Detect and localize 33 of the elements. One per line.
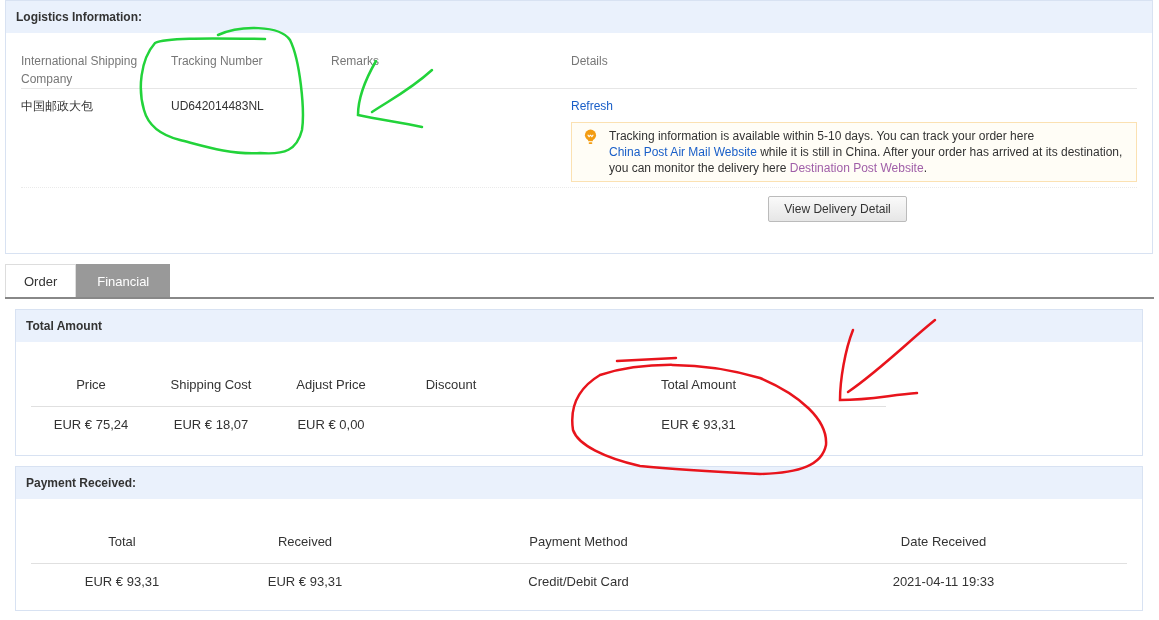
column-header: Adjust Price: [295, 376, 367, 394]
column-header: Shipping Cost: [169, 376, 253, 394]
column-header: Date Received: [899, 533, 988, 551]
column-header: Discount: [424, 376, 478, 394]
column-header: Details: [571, 53, 609, 70]
refresh-link[interactable]: Refresh: [571, 97, 614, 115]
lightbulb-icon: [584, 129, 597, 146]
column-header: International Shipping Company: [21, 53, 139, 88]
table-cell-text: UD642014483NL: [171, 98, 265, 115]
website-link[interactable]: China Post Air Mail Website: [609, 145, 757, 159]
table-cell-text: EUR € 0,00: [296, 416, 366, 434]
table-cell-text: EUR € 18,07: [172, 416, 250, 434]
column-header: Received: [276, 533, 334, 551]
table-cell-text: 2021-04-11 19:33: [891, 573, 996, 591]
table-cell-text: EUR € 93,31: [266, 573, 344, 591]
column-header: Remarks: [331, 53, 380, 70]
panel-header: Logistics Information:: [6, 1, 1152, 33]
table-cell-text: 中国邮政大包: [21, 98, 94, 115]
panel-header: Total Amount: [16, 310, 1142, 342]
website-link[interactable]: Destination Post Website: [789, 161, 924, 175]
column-header: Total: [107, 533, 137, 551]
table-cell-text: EUR € 93,31: [660, 416, 737, 434]
column-header: Price: [75, 376, 107, 394]
notice-text: Tracking information is available within 5-10 days. You can track your order here China Post Air Mail Website while it is still in China. After your order has arrived at its destination, you can monitor the delivery here Destination Post Website.: [609, 128, 1124, 176]
column-header: Payment Method: [528, 533, 629, 551]
table-cell-text: Credit/Debit Card: [527, 573, 630, 591]
table-cell-text: EUR € 75,24: [52, 416, 130, 434]
table-cell-text: EUR € 93,31: [83, 573, 161, 591]
column-header: Total Amount: [659, 376, 738, 394]
panel-header: Payment Received:: [16, 467, 1142, 499]
tab[interactable]: Order: [5, 264, 77, 297]
column-header: Tracking Number: [171, 53, 264, 70]
view-delivery-detail-button[interactable]: View Delivery Detail: [768, 196, 907, 222]
